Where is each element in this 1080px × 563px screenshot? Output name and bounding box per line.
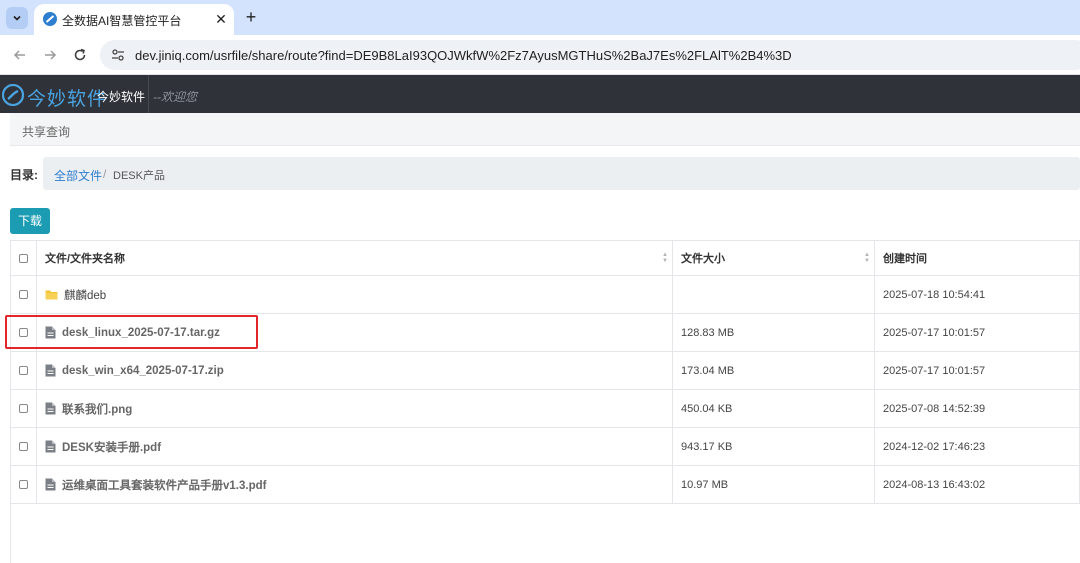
sort-icon: ▲ ▼: [864, 252, 870, 264]
folder-icon: [45, 290, 58, 300]
row-checkbox[interactable]: [19, 442, 28, 452]
folder-name-link[interactable]: 麒麟deb: [64, 287, 106, 303]
file-icon: [45, 478, 56, 491]
select-all-cell: [10, 240, 37, 276]
file-name-link[interactable]: desk_win_x64_2025-07-17.zip: [62, 365, 224, 377]
row-select-cell: [10, 465, 37, 504]
reload-button[interactable]: [68, 43, 92, 67]
created-cell: 2025-07-17 10:01:57: [874, 313, 1080, 352]
name-cell: 联系我们.png: [36, 389, 673, 428]
size-cell: 943.17 KB: [672, 427, 875, 466]
header-name[interactable]: 文件/文件夹名称 ▲ ▼: [36, 240, 673, 276]
row-checkbox[interactable]: [19, 366, 28, 376]
created-cell: 2025-07-18 10:54:41: [874, 275, 1080, 314]
file-icon: [45, 402, 56, 415]
new-tab-button[interactable]: +: [240, 6, 262, 28]
arrow-right-icon: [45, 50, 57, 60]
breadcrumb-root-link[interactable]: 全部文件: [54, 167, 102, 184]
size-cell: 128.83 MB: [672, 313, 875, 352]
chevron-down-icon: [13, 15, 21, 21]
logo-text: 今妙软件: [27, 89, 108, 110]
select-all-checkbox[interactable]: [19, 253, 28, 263]
size-cell: 450.04 KB: [672, 389, 875, 428]
file-icon: [45, 440, 56, 453]
name-cell: DESK安装手册.pdf: [36, 427, 673, 466]
back-button[interactable]: [8, 43, 32, 67]
name-cell: 运维桌面工具套装软件产品手册v1.3.pdf: [36, 465, 673, 504]
created-cell: 2025-07-17 10:01:57: [874, 351, 1080, 390]
file-name-link[interactable]: 运维桌面工具套装软件产品手册v1.3.pdf: [62, 477, 266, 493]
share-query-label: 共享查询: [22, 125, 71, 139]
share-query-bar: 共享查询: [10, 113, 1080, 146]
table-row[interactable]: 运维桌面工具套装软件产品手册v1.3.pdf 10.97 MB 2024-08-13…: [10, 465, 1080, 504]
welcome-text: --欢迎您: [153, 90, 197, 104]
breadcrumb: 全部文件 / DESK产品: [43, 157, 1080, 190]
site-settings-icon[interactable]: [110, 47, 126, 63]
created-cell: 2025-07-08 14:52:39: [874, 389, 1080, 428]
browser-toolbar: dev.jiniq.com/usrfile/share/route?find=D…: [0, 35, 1080, 75]
row-select-cell: [10, 389, 37, 428]
size-cell: 173.04 MB: [672, 351, 875, 390]
breadcrumb-separator: /: [103, 167, 107, 181]
url-field[interactable]: dev.jiniq.com/usrfile/share/route?find=D…: [100, 40, 1080, 70]
logo-icon: [2, 84, 24, 106]
row-select-cell: [10, 275, 37, 314]
file-icon: [45, 326, 56, 339]
header-created-label: 创建时间: [883, 253, 927, 265]
size-cell: 10.97 MB: [672, 465, 875, 504]
nav-brand-link[interactable]: 今妙软件: [97, 88, 145, 105]
app-header: 今妙软件 今妙软件 --欢迎您: [0, 75, 1080, 113]
name-cell: desk_linux_2025-07-17.tar.gz: [36, 313, 673, 352]
row-select-cell: [10, 313, 37, 352]
header-created[interactable]: 创建时间: [874, 240, 1080, 276]
tab-close-icon[interactable]: ✕: [212, 10, 230, 28]
reload-icon: [74, 48, 86, 61]
file-table: 文件/文件夹名称 ▲ ▼ 文件大小 ▲ ▼ 创建时间 麒麟deb 2025-07-18 1…: [10, 240, 1080, 504]
table-row[interactable]: desk_linux_2025-07-17.tar.gz 128.83 MB 202…: [10, 313, 1080, 352]
file-name-link[interactable]: desk_linux_2025-07-17.tar.gz: [62, 327, 220, 339]
file-name-link[interactable]: DESK安装手册.pdf: [62, 439, 161, 455]
browser-tab-bar: 全数据AI智慧管控平台 ✕ +: [0, 0, 1080, 35]
table-row[interactable]: 联系我们.png 450.04 KB 2025-07-08 14:52:39: [10, 389, 1080, 428]
created-cell: 2024-12-02 17:46:23: [874, 427, 1080, 466]
table-header-row: 文件/文件夹名称 ▲ ▼ 文件大小 ▲ ▼ 创建时间: [10, 240, 1080, 276]
row-checkbox[interactable]: [19, 328, 28, 338]
row-checkbox[interactable]: [19, 480, 28, 490]
forward-button[interactable]: [38, 43, 62, 67]
breadcrumb-current: DESK产品: [113, 170, 165, 182]
file-name-link[interactable]: 联系我们.png: [62, 401, 132, 417]
table-left-border: [10, 498, 11, 563]
row-select-cell: [10, 351, 37, 390]
table-row[interactable]: 麒麟deb 2025-07-18 10:54:41: [10, 275, 1080, 314]
tab-search-button[interactable]: [6, 7, 28, 29]
row-checkbox[interactable]: [19, 290, 28, 300]
header-name-label: 文件/文件夹名称: [45, 253, 126, 265]
table-row[interactable]: DESK安装手册.pdf 943.17 KB 2024-12-02 17:46:23: [10, 427, 1080, 466]
created-cell: 2024-08-13 16:43:02: [874, 465, 1080, 504]
tab-title: 全数据AI智慧管控平台: [62, 14, 182, 28]
header-size[interactable]: 文件大小 ▲ ▼: [672, 240, 875, 276]
download-button[interactable]: 下载: [10, 208, 50, 234]
row-select-cell: [10, 427, 37, 466]
arrow-left-icon: [13, 50, 25, 60]
file-icon: [45, 364, 56, 377]
url-text: dev.jiniq.com/usrfile/share/route?find=D…: [135, 48, 792, 63]
table-row[interactable]: desk_win_x64_2025-07-17.zip 173.04 MB 2025…: [10, 351, 1080, 390]
row-checkbox[interactable]: [19, 404, 28, 414]
size-cell: [672, 275, 875, 314]
header-size-label: 文件大小: [681, 253, 725, 265]
directory-label: 目录:: [10, 168, 38, 182]
name-cell: 麒麟deb: [36, 275, 673, 314]
sort-icon: ▲ ▼: [662, 252, 668, 264]
site-favicon-icon: [43, 12, 57, 26]
name-cell: desk_win_x64_2025-07-17.zip: [36, 351, 673, 390]
nav-divider: [148, 75, 149, 113]
browser-tab[interactable]: 全数据AI智慧管控平台 ✕: [34, 4, 234, 35]
